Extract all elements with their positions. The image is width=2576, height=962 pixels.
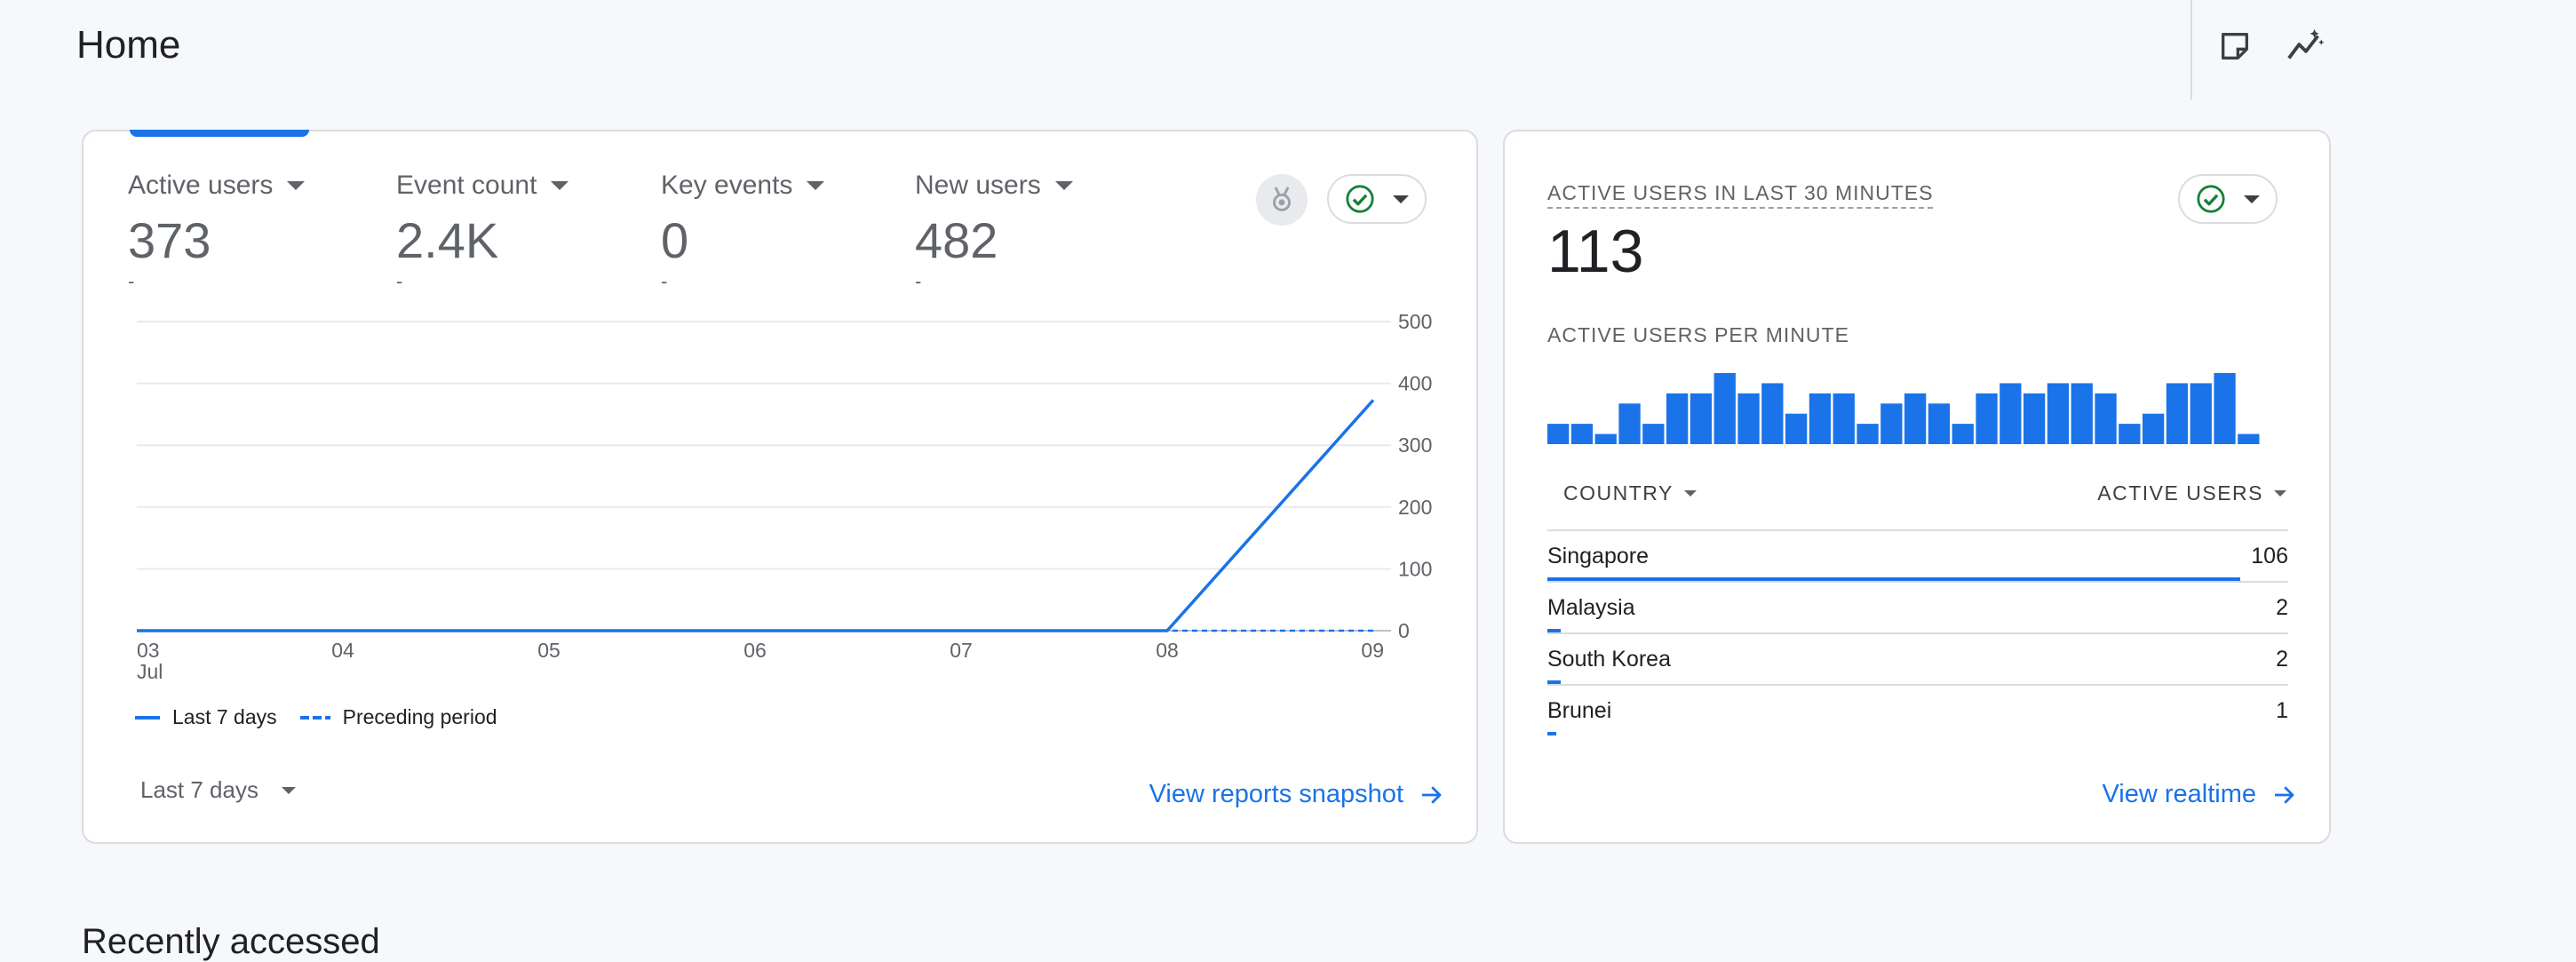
legend-previous-label: Preceding period — [342, 705, 497, 728]
legend-dashed-swatch — [299, 715, 330, 720]
per-minute-bar — [2000, 383, 2022, 444]
series-last-7-days — [137, 399, 1375, 632]
notes-icon[interactable] — [2210, 21, 2260, 71]
view-reports-snapshot-link[interactable]: View reports snapshot — [1149, 780, 1444, 809]
per-minute-bar — [2143, 413, 2165, 444]
country-name: Brunei — [1547, 698, 1612, 723]
per-minute-bar — [1737, 393, 1760, 444]
per-minute-bar — [2119, 424, 2141, 444]
per-minute-bar — [2166, 383, 2189, 444]
y-tick-label: 100 — [1398, 557, 1432, 580]
x-tick-label: 09 — [1361, 639, 1384, 662]
per-minute-bar — [1785, 413, 1808, 444]
view-realtime-link[interactable]: View realtime — [2102, 780, 2297, 809]
per-minute-bar — [2190, 383, 2212, 444]
legend-current-label: Last 7 days — [172, 705, 277, 728]
insights-icon[interactable] — [2281, 21, 2331, 71]
table-row[interactable]: Brunei 1 — [1547, 684, 2288, 737]
per-minute-bar — [1713, 373, 1736, 444]
y-tick-label: 300 — [1398, 433, 1432, 457]
per-minute-bar — [1928, 403, 1951, 444]
legend-solid-swatch — [135, 715, 160, 720]
share-bar — [1547, 732, 1556, 735]
column-label: ACTIVE USERS — [2097, 481, 2263, 505]
per-minute-bar — [1570, 424, 1594, 444]
table-row[interactable]: Malaysia 2 — [1547, 581, 2288, 634]
per-minute-bar — [1952, 424, 1974, 444]
per-minute-bar — [1833, 393, 1855, 444]
x-sublabel: Jul — [137, 660, 163, 683]
recently-accessed-title: Recently accessed — [82, 922, 380, 961]
link-label: View realtime — [2102, 780, 2256, 808]
country-name: Singapore — [1547, 544, 1649, 568]
table-row[interactable]: Singapore 106 — [1547, 529, 2288, 583]
arrow-right-icon — [1422, 785, 1442, 804]
country-name: South Korea — [1547, 647, 1671, 672]
column-label: COUNTRY — [1563, 481, 1674, 505]
country-name: Malaysia — [1547, 595, 1635, 620]
per-minute-bar — [2071, 383, 2093, 444]
x-tick-label: 04 — [331, 639, 354, 662]
chevron-down-icon — [2274, 490, 2286, 497]
per-minute-bar — [1761, 383, 1784, 444]
y-tick-label: 0 — [1398, 619, 1410, 642]
per-minute-bar — [1976, 393, 1998, 444]
link-label: View reports snapshot — [1149, 780, 1403, 808]
arrow-right-icon — [2275, 785, 2294, 804]
per-minute-bar — [1666, 393, 1689, 444]
realtime-card: ACTIVE USERS IN LAST 30 MINUTES 113 ACTI… — [1503, 130, 2331, 844]
header-divider — [2190, 0, 2192, 99]
y-tick-label: 400 — [1398, 372, 1432, 395]
chevron-down-icon — [281, 786, 296, 794]
date-range-select[interactable]: Last 7 days — [140, 776, 296, 804]
per-minute-bar — [1594, 433, 1617, 444]
per-minute-bar — [1809, 393, 1832, 444]
country-users: 2 — [2276, 595, 2288, 620]
overview-card: Active users 373 - Event count 2.4K - Ke… — [82, 130, 1478, 844]
chart-legend: Last 7 days Preceding period — [135, 705, 497, 729]
per-minute-bar — [1856, 424, 1879, 444]
country-column-header[interactable]: COUNTRY — [1563, 481, 1697, 505]
per-minute-bar-chart — [1547, 373, 2260, 444]
x-tick-label: 08 — [1156, 639, 1179, 662]
per-minute-bar — [1880, 403, 1903, 444]
y-tick-label: 500 — [1398, 310, 1432, 333]
per-minute-bar — [1904, 393, 1927, 444]
per-minute-bar — [1642, 424, 1665, 444]
per-minute-bar — [2047, 383, 2070, 444]
per-minute-bar — [2095, 393, 2117, 444]
x-tick-label: 07 — [950, 639, 973, 662]
country-users: 106 — [2251, 544, 2288, 568]
per-minute-bar — [1690, 393, 1713, 444]
country-users: 2 — [2276, 647, 2288, 672]
table-row[interactable]: South Korea 2 — [1547, 632, 2288, 686]
x-tick-label: 03 — [137, 639, 160, 662]
per-minute-bar — [2214, 373, 2236, 444]
active-users-column-header[interactable]: ACTIVE USERS — [2097, 481, 2286, 505]
x-tick-label: 06 — [743, 639, 767, 662]
per-minute-bar — [1547, 424, 1570, 444]
y-tick-label: 200 — [1398, 496, 1432, 519]
per-minute-bar — [1618, 403, 1641, 444]
page-title: Home — [76, 23, 181, 67]
x-tick-label: 05 — [537, 639, 561, 662]
country-users: 1 — [2276, 698, 2288, 723]
chevron-down-icon — [1683, 490, 1697, 497]
per-minute-bar — [2023, 393, 2046, 444]
per-minute-bar — [2238, 433, 2260, 444]
date-range-label: Last 7 days — [140, 776, 258, 803]
line-chart: 0 100 200 300 400 500 03 04 05 06 07 08 09 Jul — [137, 310, 1432, 683]
